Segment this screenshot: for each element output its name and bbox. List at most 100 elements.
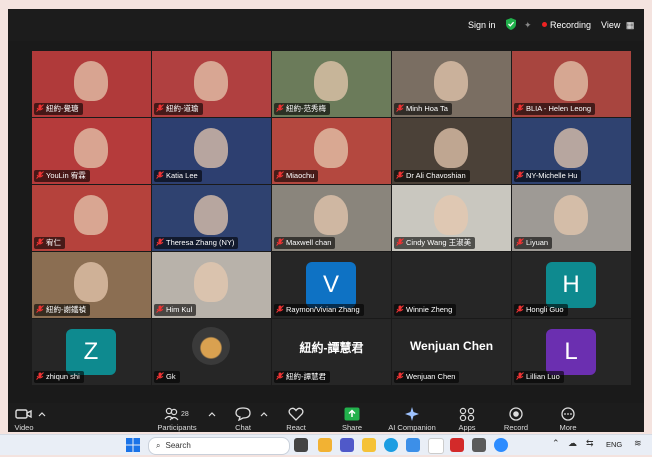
participant-name: 紐約-范秀梅 xyxy=(286,104,326,113)
copilot-app-icon[interactable] xyxy=(318,438,332,452)
participant-tile[interactable]: V Raymon/Vivian Zhang xyxy=(272,252,391,318)
participant-tile[interactable]: Theresa Zhang (NY) xyxy=(152,185,271,251)
muted-mic-icon xyxy=(36,171,44,179)
record-button[interactable]: Record xyxy=(488,405,544,432)
word-app-icon[interactable] xyxy=(406,438,420,452)
participant-tile[interactable]: 紐約-范秀梅 xyxy=(272,51,391,117)
participant-name-label: Gk xyxy=(154,371,180,383)
participant-video-feed xyxy=(434,128,468,168)
app-icon[interactable] xyxy=(472,438,486,452)
participant-tile[interactable]: 紐約-覺瑭 xyxy=(32,51,151,117)
participant-tile[interactable]: H Hongli Guo xyxy=(512,252,631,318)
muted-mic-icon xyxy=(156,104,164,112)
participant-tile[interactable]: Him Kul xyxy=(152,252,271,318)
participant-tile[interactable]: Cindy Wang 王淑美 xyxy=(392,185,511,251)
pdf-app-icon[interactable] xyxy=(450,438,464,452)
participant-video-feed xyxy=(434,61,468,101)
participant-name-label: YouLin 宥霖 xyxy=(34,170,90,182)
edge-browser-icon[interactable] xyxy=(384,438,398,452)
participants-button[interactable]: 28 Participants xyxy=(149,405,205,432)
file-explorer-icon[interactable] xyxy=(362,438,376,452)
participant-name: Winnie Zheng xyxy=(406,305,453,314)
participant-tile[interactable]: 紐約-謝鐵禎 xyxy=(32,252,151,318)
participant-name: 紐約-譚慧君 xyxy=(286,372,326,381)
share-button[interactable]: Share xyxy=(324,405,380,432)
participant-name: Dr Ali Chavoshian xyxy=(406,171,466,180)
participant-name-label: Maxwell chan xyxy=(274,237,336,249)
participant-tile[interactable]: L Lillian Luo xyxy=(512,319,631,385)
muted-mic-icon xyxy=(276,305,284,313)
participant-name: Minh Hoa Ta xyxy=(406,104,448,113)
participant-name-label: 紐約-覺瑭 xyxy=(34,103,83,115)
participant-tile[interactable]: Zzhiqun shi xyxy=(32,319,151,385)
participant-name: Liyuan xyxy=(526,238,549,247)
participant-name-label: NY-Michelle Hu xyxy=(514,170,582,182)
participant-tile[interactable]: Miaochu xyxy=(272,118,391,184)
participant-video-feed xyxy=(194,128,228,168)
participant-tile[interactable]: YouLin 宥霖 xyxy=(32,118,151,184)
cloud-icon[interactable]: ☁ xyxy=(568,438,578,452)
muted-mic-icon xyxy=(156,171,164,179)
more-button[interactable]: More xyxy=(540,405,596,432)
participant-tile[interactable]: Katia Lee xyxy=(152,118,271,184)
participant-tile[interactable]: Winnie Zheng xyxy=(392,252,511,318)
participant-name-label: Cindy Wang 王淑美 xyxy=(394,237,476,249)
participant-video-feed xyxy=(314,128,348,168)
recording-indicator[interactable]: Recording xyxy=(542,18,591,32)
ai-sparkle-icon[interactable]: ✦ xyxy=(524,18,532,32)
task-view-icon[interactable] xyxy=(294,438,308,452)
participant-tile[interactable]: 紐約-道瑜 xyxy=(152,51,271,117)
participant-avatar-letter: L xyxy=(546,329,596,375)
view-button[interactable]: View ▦ xyxy=(601,18,634,32)
participant-tile[interactable]: 宥仁 xyxy=(32,185,151,251)
participant-name-label: Liyuan xyxy=(514,237,553,249)
windows-start-icon[interactable] xyxy=(126,438,140,452)
participant-video-feed xyxy=(194,61,228,101)
participant-name-label: Katia Lee xyxy=(154,170,202,182)
muted-mic-icon xyxy=(516,171,524,179)
muted-mic-icon xyxy=(396,372,404,380)
zoom-app-icon[interactable] xyxy=(494,438,508,452)
participant-name-label: Miaochu xyxy=(274,170,319,182)
participant-name-label: Theresa Zhang (NY) xyxy=(154,237,239,249)
participant-tile[interactable]: Dr Ali Chavoshian xyxy=(392,118,511,184)
input-language[interactable]: ENG xyxy=(606,440,622,449)
video-options-chevron-icon[interactable] xyxy=(34,405,50,432)
chrome-browser-icon[interactable] xyxy=(428,438,444,454)
taskbar-search-box[interactable]: ⌕ Search xyxy=(148,437,290,455)
search-icon: ⌕ xyxy=(156,441,161,450)
participant-tile[interactable]: NY-Michelle Hu xyxy=(512,118,631,184)
participant-video-feed xyxy=(554,61,588,101)
participant-avatar-letter: V xyxy=(306,262,356,308)
participant-name: Theresa Zhang (NY) xyxy=(166,238,235,247)
muted-mic-icon xyxy=(36,305,44,313)
participant-tile[interactable]: BLIA - Helen Leong xyxy=(512,51,631,117)
participant-tile[interactable]: Maxwell chan xyxy=(272,185,391,251)
security-shield-icon[interactable] xyxy=(506,18,516,32)
participant-name-label: Him Kul xyxy=(154,304,197,316)
muted-mic-icon xyxy=(396,104,404,112)
apps-button[interactable]: Apps xyxy=(439,405,495,432)
video-camera-icon xyxy=(15,409,32,419)
language-icon[interactable]: ⇆ xyxy=(586,438,596,452)
muted-mic-icon xyxy=(156,372,164,380)
participant-tile[interactable]: 紐約-譚慧君 紐約-譚慧君 xyxy=(272,319,391,385)
participant-profile-photo xyxy=(192,327,230,365)
zoom-window: Sign in ✦ Recording View ▦ 紐約-覺瑭 紐約-道瑜紐約-… xyxy=(8,9,644,432)
ai-companion-icon xyxy=(405,407,419,421)
ai-companion-button[interactable]: AI Companion xyxy=(384,405,440,432)
participant-tile[interactable]: Wenjuan Chen Wenjuan Chen xyxy=(392,319,511,385)
participant-display-name: Wenjuan Chen xyxy=(409,339,494,353)
react-button[interactable]: React xyxy=(268,405,324,432)
participant-tile[interactable]: Gk xyxy=(152,319,271,385)
participant-tile[interactable]: Liyuan xyxy=(512,185,631,251)
wifi-icon[interactable]: ≋ xyxy=(634,438,646,452)
muted-mic-icon xyxy=(36,238,44,246)
muted-mic-icon xyxy=(276,238,284,246)
participant-tile[interactable]: Minh Hoa Ta xyxy=(392,51,511,117)
tray-chevron-icon[interactable]: ⌃ xyxy=(552,438,562,452)
sign-in-button[interactable]: Sign in xyxy=(468,18,496,32)
participant-name-label: Minh Hoa Ta xyxy=(394,103,452,115)
participant-video-feed xyxy=(554,128,588,168)
teams-app-icon[interactable] xyxy=(340,438,354,452)
